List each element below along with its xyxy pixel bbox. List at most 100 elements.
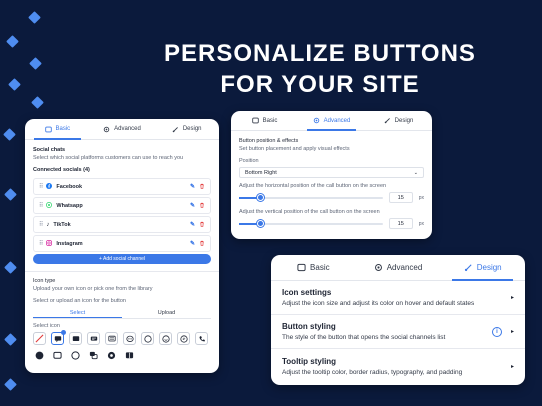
decor-diamond [31, 96, 44, 109]
slider-handle[interactable] [257, 194, 265, 201]
slider-handle[interactable] [257, 220, 265, 227]
item-title: Button styling [282, 322, 336, 331]
comment-dots-icon[interactable] [123, 332, 136, 345]
decor-diamond [4, 261, 17, 274]
tab-select[interactable]: Select [33, 307, 122, 318]
position-label: Position [239, 158, 259, 164]
tab-advanced-label: Advanced [386, 263, 423, 272]
tab-design[interactable]: Design [440, 255, 525, 281]
edit-icon[interactable]: ✎ [190, 202, 195, 209]
unit-label: px [418, 194, 424, 201]
tab-advanced-label: Advanced [323, 117, 351, 124]
edit-icon[interactable]: ✎ [190, 183, 195, 190]
social-chats-section: Social chats Select which social platfor… [25, 140, 219, 173]
chat-double-icon[interactable] [87, 349, 100, 362]
item-desc: Adjust the tooltip color, border radius,… [282, 368, 463, 376]
decor-diamond [28, 11, 41, 24]
tab-design-label: Design [476, 263, 502, 272]
tab-basic-label: Basic [310, 263, 330, 272]
chat-filled-icon[interactable] [33, 349, 46, 362]
brush-icon [384, 117, 391, 124]
decor-diamond [4, 188, 17, 201]
horizontal-value-input[interactable]: 15 [388, 192, 413, 203]
edit-icon[interactable]: ✎ [190, 221, 195, 228]
trash-icon[interactable] [199, 202, 205, 210]
tab-basic[interactable]: Basic [231, 111, 298, 130]
phone-icon[interactable] [195, 332, 208, 345]
page-headline: PERSONALIZE BUTTONS FOR YOUR SITE [150, 38, 490, 100]
decor-diamond [6, 35, 19, 48]
tab-basic[interactable]: Basic [25, 119, 90, 140]
trash-icon[interactable] [199, 221, 205, 229]
tooltip-styling-item[interactable]: Tooltip styling Adjust the tooltip color… [271, 349, 525, 383]
decor-diamond [3, 128, 16, 141]
chat-help-icon[interactable] [105, 349, 118, 362]
drag-handle-icon[interactable]: ⠿ [39, 183, 44, 190]
tab-design[interactable]: Design [365, 111, 432, 130]
headline-line1: PERSONALIZE BUTTONS [164, 40, 476, 67]
icon-settings-item[interactable]: Icon settings Adjust the icon size and a… [271, 281, 525, 315]
tab-basic[interactable]: Basic [271, 255, 356, 280]
list-item: ⠿ ♪ TikTok ✎ [33, 216, 211, 233]
gear-icon [103, 126, 110, 133]
icon-type-section: Icon type Upload your own icon or pick o… [25, 278, 219, 304]
whatsapp-icon [46, 201, 53, 210]
item-title: Icon settings [282, 288, 332, 297]
position-select[interactable]: Bottom Right ⌄ [239, 167, 424, 178]
select-upload-label: Select or upload an icon for the button [33, 298, 126, 304]
chat-circle-icon[interactable] [69, 349, 82, 362]
tab-advanced[interactable]: Advanced [90, 119, 155, 139]
brush-icon [172, 126, 179, 133]
horizontal-slider-row: 15 px [239, 192, 424, 203]
settings-tabs: Basic Advanced Design [25, 119, 219, 140]
chat-bubble-icon[interactable] [51, 330, 66, 345]
position-value: Bottom Right [245, 169, 277, 176]
item-desc: Adjust the icon size and adjust its colo… [282, 300, 475, 307]
button-styling-item[interactable]: Button styling The style of the button t… [271, 315, 525, 349]
tab-advanced[interactable]: Advanced [356, 255, 441, 280]
tab-design-label: Design [182, 126, 202, 132]
decor-diamond [4, 333, 17, 346]
tab-design[interactable]: Design [154, 119, 219, 139]
tab-advanced[interactable]: Advanced [298, 111, 365, 131]
info-icon[interactable]: i [491, 326, 502, 337]
chat-outline-icon[interactable] [51, 349, 64, 362]
item-desc: The style of the button that opens the s… [282, 334, 446, 341]
vertical-label: Adjust the vertical position of the call… [239, 209, 380, 215]
list-item: ⠿ Instagram ✎ [33, 235, 211, 252]
comment-lines-icon[interactable] [105, 332, 118, 345]
decor-diamond [29, 57, 42, 70]
drag-handle-icon[interactable]: ⠿ [39, 202, 44, 209]
social-name: TikTok [53, 221, 71, 228]
chat-square-icon[interactable] [69, 332, 82, 345]
social-name: Instagram [56, 240, 83, 247]
card-icon [251, 117, 259, 124]
tab-design-label: Design [394, 117, 414, 124]
chat-book-icon[interactable] [123, 349, 136, 362]
vertical-slider[interactable] [239, 220, 383, 227]
chat-quote-icon[interactable] [177, 332, 190, 345]
decor-diamond [8, 78, 21, 91]
horizontal-slider[interactable] [239, 194, 383, 201]
vertical-slider-row: 15 px [239, 218, 424, 229]
add-social-channel-button[interactable]: + Add social channel [33, 254, 211, 264]
social-name: Facebook [56, 183, 83, 190]
decor-diamond [4, 378, 17, 391]
chat-smile-icon[interactable] [159, 332, 172, 345]
vertical-value-input[interactable]: 15 [388, 218, 413, 229]
select-icon-label: Select icon [33, 323, 60, 329]
connected-socials-label: Connected socials (4) [33, 167, 90, 173]
no-icon-option[interactable] [33, 332, 46, 345]
trash-icon[interactable] [199, 183, 205, 191]
gear-icon [374, 263, 383, 272]
drag-handle-icon[interactable]: ⠿ [39, 221, 44, 228]
message-icon[interactable] [87, 332, 100, 345]
drag-handle-icon[interactable]: ⠿ [39, 240, 44, 247]
icon-grid [33, 330, 219, 362]
tab-upload[interactable]: Upload [122, 307, 211, 318]
icon-source-toggle: Select Upload [33, 307, 211, 319]
trash-icon[interactable] [199, 240, 205, 248]
item-title: Tooltip styling [282, 356, 337, 366]
chat-round-icon[interactable] [141, 332, 154, 345]
edit-icon[interactable]: ✎ [190, 240, 195, 247]
